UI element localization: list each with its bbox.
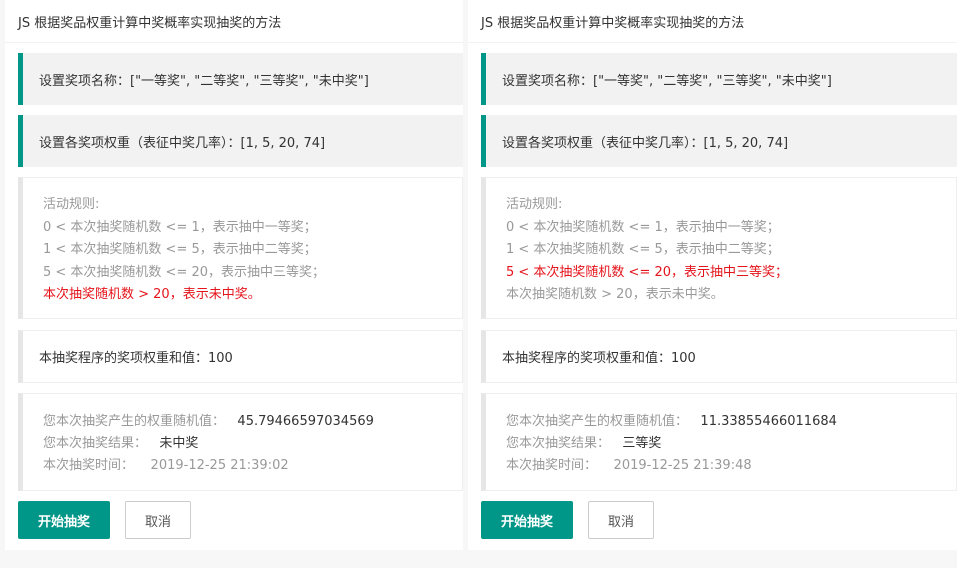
time-value: 2019-12-25 21:39:48	[613, 458, 752, 473]
result-value: 未中奖	[159, 436, 199, 451]
weight-sum-text: 本抽奖程序的奖项权重和值：100	[39, 351, 233, 366]
result-label: 您本次抽奖结果：	[43, 436, 148, 451]
prize-names-block: 设置奖项名称：["一等奖", "二等奖", "三等奖", "未中奖"]	[18, 53, 463, 105]
weight-sum-text: 本抽奖程序的奖项权重和值：100	[502, 351, 696, 366]
rules-title: 活动规则:	[43, 197, 100, 212]
lottery-panel: JS 根据奖品权重计算中奖概率实现抽奖的方法 设置奖项名称：["一等奖", "二…	[5, 0, 463, 550]
start-lottery-button[interactable]: 开始抽奖	[18, 501, 110, 539]
result-label: 您本次抽奖结果：	[506, 436, 611, 451]
weights-block: 设置各奖项权重（表征中奖几率）：[1, 5, 20, 74]	[481, 115, 957, 167]
weights-block: 设置各奖项权重（表征中奖几率）：[1, 5, 20, 74]	[18, 115, 463, 167]
divider	[468, 42, 957, 43]
weights-text: 设置各奖项权重（表征中奖几率）：[1, 5, 20, 74]	[39, 135, 326, 151]
random-value-row: 您本次抽奖产生的权重随机值： 11.33855466011684	[506, 411, 956, 433]
rule-line: 1 < 本次抽奖随机数 <= 5，表示抽中二等奖；	[506, 242, 780, 257]
rule-line: 0 < 本次抽奖随机数 <= 1，表示抽中一等奖；	[43, 219, 317, 235]
cancel-button[interactable]: 取消	[125, 501, 191, 539]
random-label: 您本次抽奖产生的权重随机值：	[506, 414, 689, 429]
random-label: 您本次抽奖产生的权重随机值：	[43, 414, 226, 429]
rule-line: 5 < 本次抽奖随机数 <= 20，表示抽中三等奖；	[43, 264, 326, 280]
rules-block: 活动规则: 0 < 本次抽奖随机数 <= 1，表示抽中一等奖； 1 < 本次抽奖随…	[18, 177, 463, 319]
page-title: JS 根据奖品权重计算中奖概率实现抽奖的方法	[481, 16, 745, 31]
time-row: 本次抽奖时间： 2019-12-25 21:39:02	[43, 455, 462, 477]
weights-text: 设置各奖项权重（表征中奖几率）：[1, 5, 20, 74]	[502, 135, 789, 151]
lottery-panel: JS 根据奖品权重计算中奖概率实现抽奖的方法 设置奖项名称：["一等奖", "二…	[468, 0, 957, 550]
time-value: 2019-12-25 21:39:02	[150, 458, 289, 473]
random-value: 45.79466597034569	[237, 414, 374, 429]
prize-names-block: 设置奖项名称：["一等奖", "二等奖", "三等奖", "未中奖"]	[481, 53, 957, 105]
weight-sum-block: 本抽奖程序的奖项权重和值：100	[18, 330, 463, 383]
result-row: 您本次抽奖结果： 三等奖	[506, 433, 956, 455]
rule-line: 本次抽奖随机数 > 20，表示未中奖。	[43, 287, 261, 302]
cancel-button[interactable]: 取消	[588, 501, 654, 539]
result-block: 您本次抽奖产生的权重随机值： 45.79466597034569 您本次抽奖结果…	[18, 393, 463, 491]
result-row: 您本次抽奖结果： 未中奖	[43, 433, 462, 455]
rule-line: 0 < 本次抽奖随机数 <= 1，表示抽中一等奖；	[506, 219, 780, 235]
random-value-row: 您本次抽奖产生的权重随机值： 45.79466597034569	[43, 411, 462, 433]
weight-sum-block: 本抽奖程序的奖项权重和值：100	[481, 330, 957, 383]
rule-line: 5 < 本次抽奖随机数 <= 20，表示抽中三等奖；	[506, 264, 789, 280]
prize-names-text: 设置奖项名称：["一等奖", "二等奖", "三等奖", "未中奖"]	[502, 73, 832, 89]
prize-names-text: 设置奖项名称：["一等奖", "二等奖", "三等奖", "未中奖"]	[39, 73, 369, 89]
rules-title: 活动规则:	[506, 197, 563, 212]
rules-block: 活动规则: 0 < 本次抽奖随机数 <= 1，表示抽中一等奖； 1 < 本次抽奖随…	[481, 177, 957, 319]
time-label: 本次抽奖时间：	[43, 458, 135, 473]
random-value: 11.33855466011684	[700, 414, 837, 429]
start-lottery-button[interactable]: 开始抽奖	[481, 501, 573, 539]
result-block: 您本次抽奖产生的权重随机值： 11.33855466011684 您本次抽奖结果…	[481, 393, 957, 491]
divider	[5, 42, 463, 43]
time-label: 本次抽奖时间：	[506, 458, 598, 473]
time-row: 本次抽奖时间： 2019-12-25 21:39:48	[506, 455, 956, 477]
page-title: JS 根据奖品权重计算中奖概率实现抽奖的方法	[18, 16, 282, 31]
rule-line: 1 < 本次抽奖随机数 <= 5，表示抽中二等奖；	[43, 242, 317, 257]
rule-line: 本次抽奖随机数 > 20，表示未中奖。	[506, 287, 724, 302]
result-value: 三等奖	[622, 436, 662, 451]
